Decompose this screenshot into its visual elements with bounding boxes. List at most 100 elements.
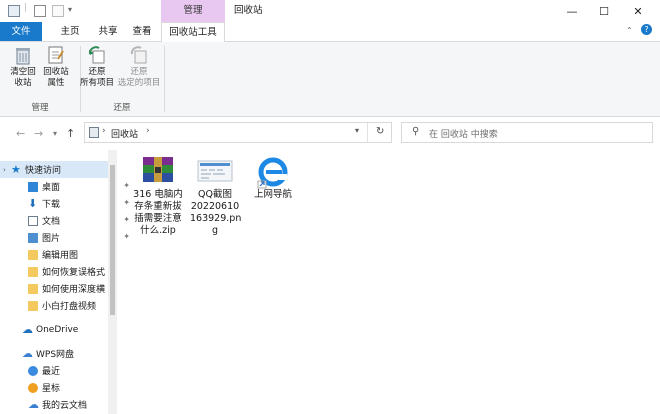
new-folder-icon[interactable] [52,5,64,17]
folder-icon [28,266,38,277]
navigation-pane: › ★ 快速访问 桌面 ✦ ⬇ 下载 ✦ 文档 ✦ 图片 ✦ 编辑用图 如何恢复… [0,150,130,414]
image-thumbnail-icon [197,155,233,185]
maximize-icon[interactable]: ☐ [588,0,620,22]
breadcrumb-chevron-icon[interactable]: › [146,126,150,136]
nav-label: 最近 [42,367,61,377]
expand-chevron-icon[interactable]: › [3,166,11,174]
internet-explorer-icon [256,155,290,189]
nav-label: 小白打盘视频 [42,302,97,312]
nav-label: 文档 [42,217,61,227]
file-item-zip[interactable]: 316 电脑内 存条重新拔 插需要注意 什么.zip [130,155,186,237]
restore-selected-button[interactable]: 还原 选定的项目 [116,45,162,89]
winrar-archive-icon [141,155,175,185]
restore-selected-label-1: 还原 [130,67,148,77]
recycle-bin-small-icon [8,5,20,17]
folder-icon [28,249,38,260]
tab-recycle-bin-tools[interactable]: 回收站工具 [161,22,225,42]
address-dropdown-icon[interactable]: ▾ [355,126,359,135]
empty-label-1: 清空回 [10,67,36,77]
nav-label: 下载 [42,200,61,210]
file-name-line: 316 电脑内 [133,189,183,200]
nav-label: 星标 [42,384,61,394]
desktop-icon [28,181,38,192]
breadcrumb-location[interactable]: 回收站 [111,127,138,140]
star-icon: ★ [11,162,21,176]
cloud-icon: ☁ [22,346,33,360]
search-placeholder[interactable]: 在 回收站 中搜索 [429,127,498,140]
recycle-bin-properties-button[interactable]: 回收站 属性 [40,45,72,89]
pin-icon[interactable]: ✦ [123,181,130,190]
properties-icon[interactable] [34,5,46,17]
empty-recycle-bin-button[interactable]: 清空回 收站 [7,45,39,89]
nav-label: OneDrive [36,324,79,335]
minimize-icon[interactable]: — [556,0,588,22]
nav-label: 桌面 [42,183,61,193]
group-separator [164,46,165,112]
empty-bin-icon [13,45,33,65]
nav-label: 我的云文档 [42,401,88,411]
restore-all-button[interactable]: 还原 所有项目 [77,45,117,89]
refresh-icon[interactable]: ↻ [376,126,384,137]
ribbon: 清空回 收站 回收站 属性 管理 还原 所有项目 还原 选定的项目 还原 [0,42,660,117]
recycle-bin-address-icon [89,127,99,138]
folder-icon [28,283,38,294]
nav-label: 如何使用深度横 [42,285,106,295]
clock-icon [28,365,38,376]
document-icon [28,215,38,226]
close-icon[interactable]: ✕ [622,0,654,22]
separator [367,123,368,142]
context-tab-header: 管理 [161,0,225,22]
recent-locations-icon[interactable]: ▾ [53,129,57,138]
help-icon[interactable]: ? [641,24,652,35]
tab-view[interactable]: 查看 [122,22,162,41]
separator: | [24,3,28,13]
folder-icon [28,300,38,311]
props-label-1: 回收站 [43,67,69,77]
forward-icon[interactable]: → [34,127,43,140]
file-name-line: 存条重新拔 [134,201,182,212]
file-item-png[interactable]: QQ截图 20220610 163929.pn g [190,155,241,237]
file-name-line: 插需要注意 [134,213,182,224]
address-bar[interactable]: › 回收站 › ▾ ↻ [84,122,392,143]
restore-all-icon [87,45,107,65]
cloud-icon: ☁ [28,397,39,411]
restore-all-label-2: 所有项目 [79,78,114,88]
props-label-2: 属性 [47,78,65,88]
nav-label: 快速访问 [25,166,62,176]
empty-label-2: 收站 [14,78,32,88]
tab-file[interactable]: 文件 [0,22,42,41]
properties-large-icon [46,45,66,65]
nav-scrollbar-thumb[interactable] [110,165,115,315]
group-manage-label: 管理 [31,103,49,113]
nav-quick-access[interactable]: › ★ 快速访问 [0,161,108,178]
back-icon[interactable]: ← [16,127,25,140]
pictures-icon [28,232,38,243]
nav-label: 如何恢复误格式 [42,268,106,278]
restore-selected-label-2: 选定的项目 [117,78,161,88]
window-title: 回收站 [234,5,263,16]
restore-all-label-1: 还原 [88,67,106,77]
nav-label: WPS网盘 [36,350,75,360]
breadcrumb-chevron-icon[interactable]: › [102,126,106,136]
qat-dropdown-icon[interactable]: ▾ [68,5,72,14]
group-restore-label: 还原 [113,103,131,113]
up-icon[interactable]: ↑ [66,127,75,140]
title-bar: | ▾ 管理 回收站 — ☐ ✕ [0,0,660,22]
file-name-line: g [211,225,219,236]
pin-icon[interactable]: ✦ [123,232,130,241]
file-item-shortcut[interactable]: 上网导航 [248,155,298,201]
cloud-icon: ☁ [22,322,33,336]
search-icon: ⚲ [412,126,420,137]
nav-label: 编辑用图 [42,251,79,261]
pin-icon[interactable]: ✦ [123,215,130,224]
search-box[interactable]: ⚲ 在 回收站 中搜索 [401,122,653,143]
ribbon-collapse-icon[interactable]: ⌃ [626,26,633,35]
file-name-line: 上网导航 [253,189,292,200]
restore-selected-icon [129,45,149,65]
file-name-line: QQ截图 [198,189,232,200]
nav-label: 图片 [42,234,61,244]
tab-home[interactable]: 主页 [50,22,90,41]
star-badge-icon [28,382,38,393]
ribbon-tabs: 文件 主页 共享 查看 回收站工具 ⌃ ? [0,22,660,42]
pin-icon[interactable]: ✦ [123,198,130,207]
